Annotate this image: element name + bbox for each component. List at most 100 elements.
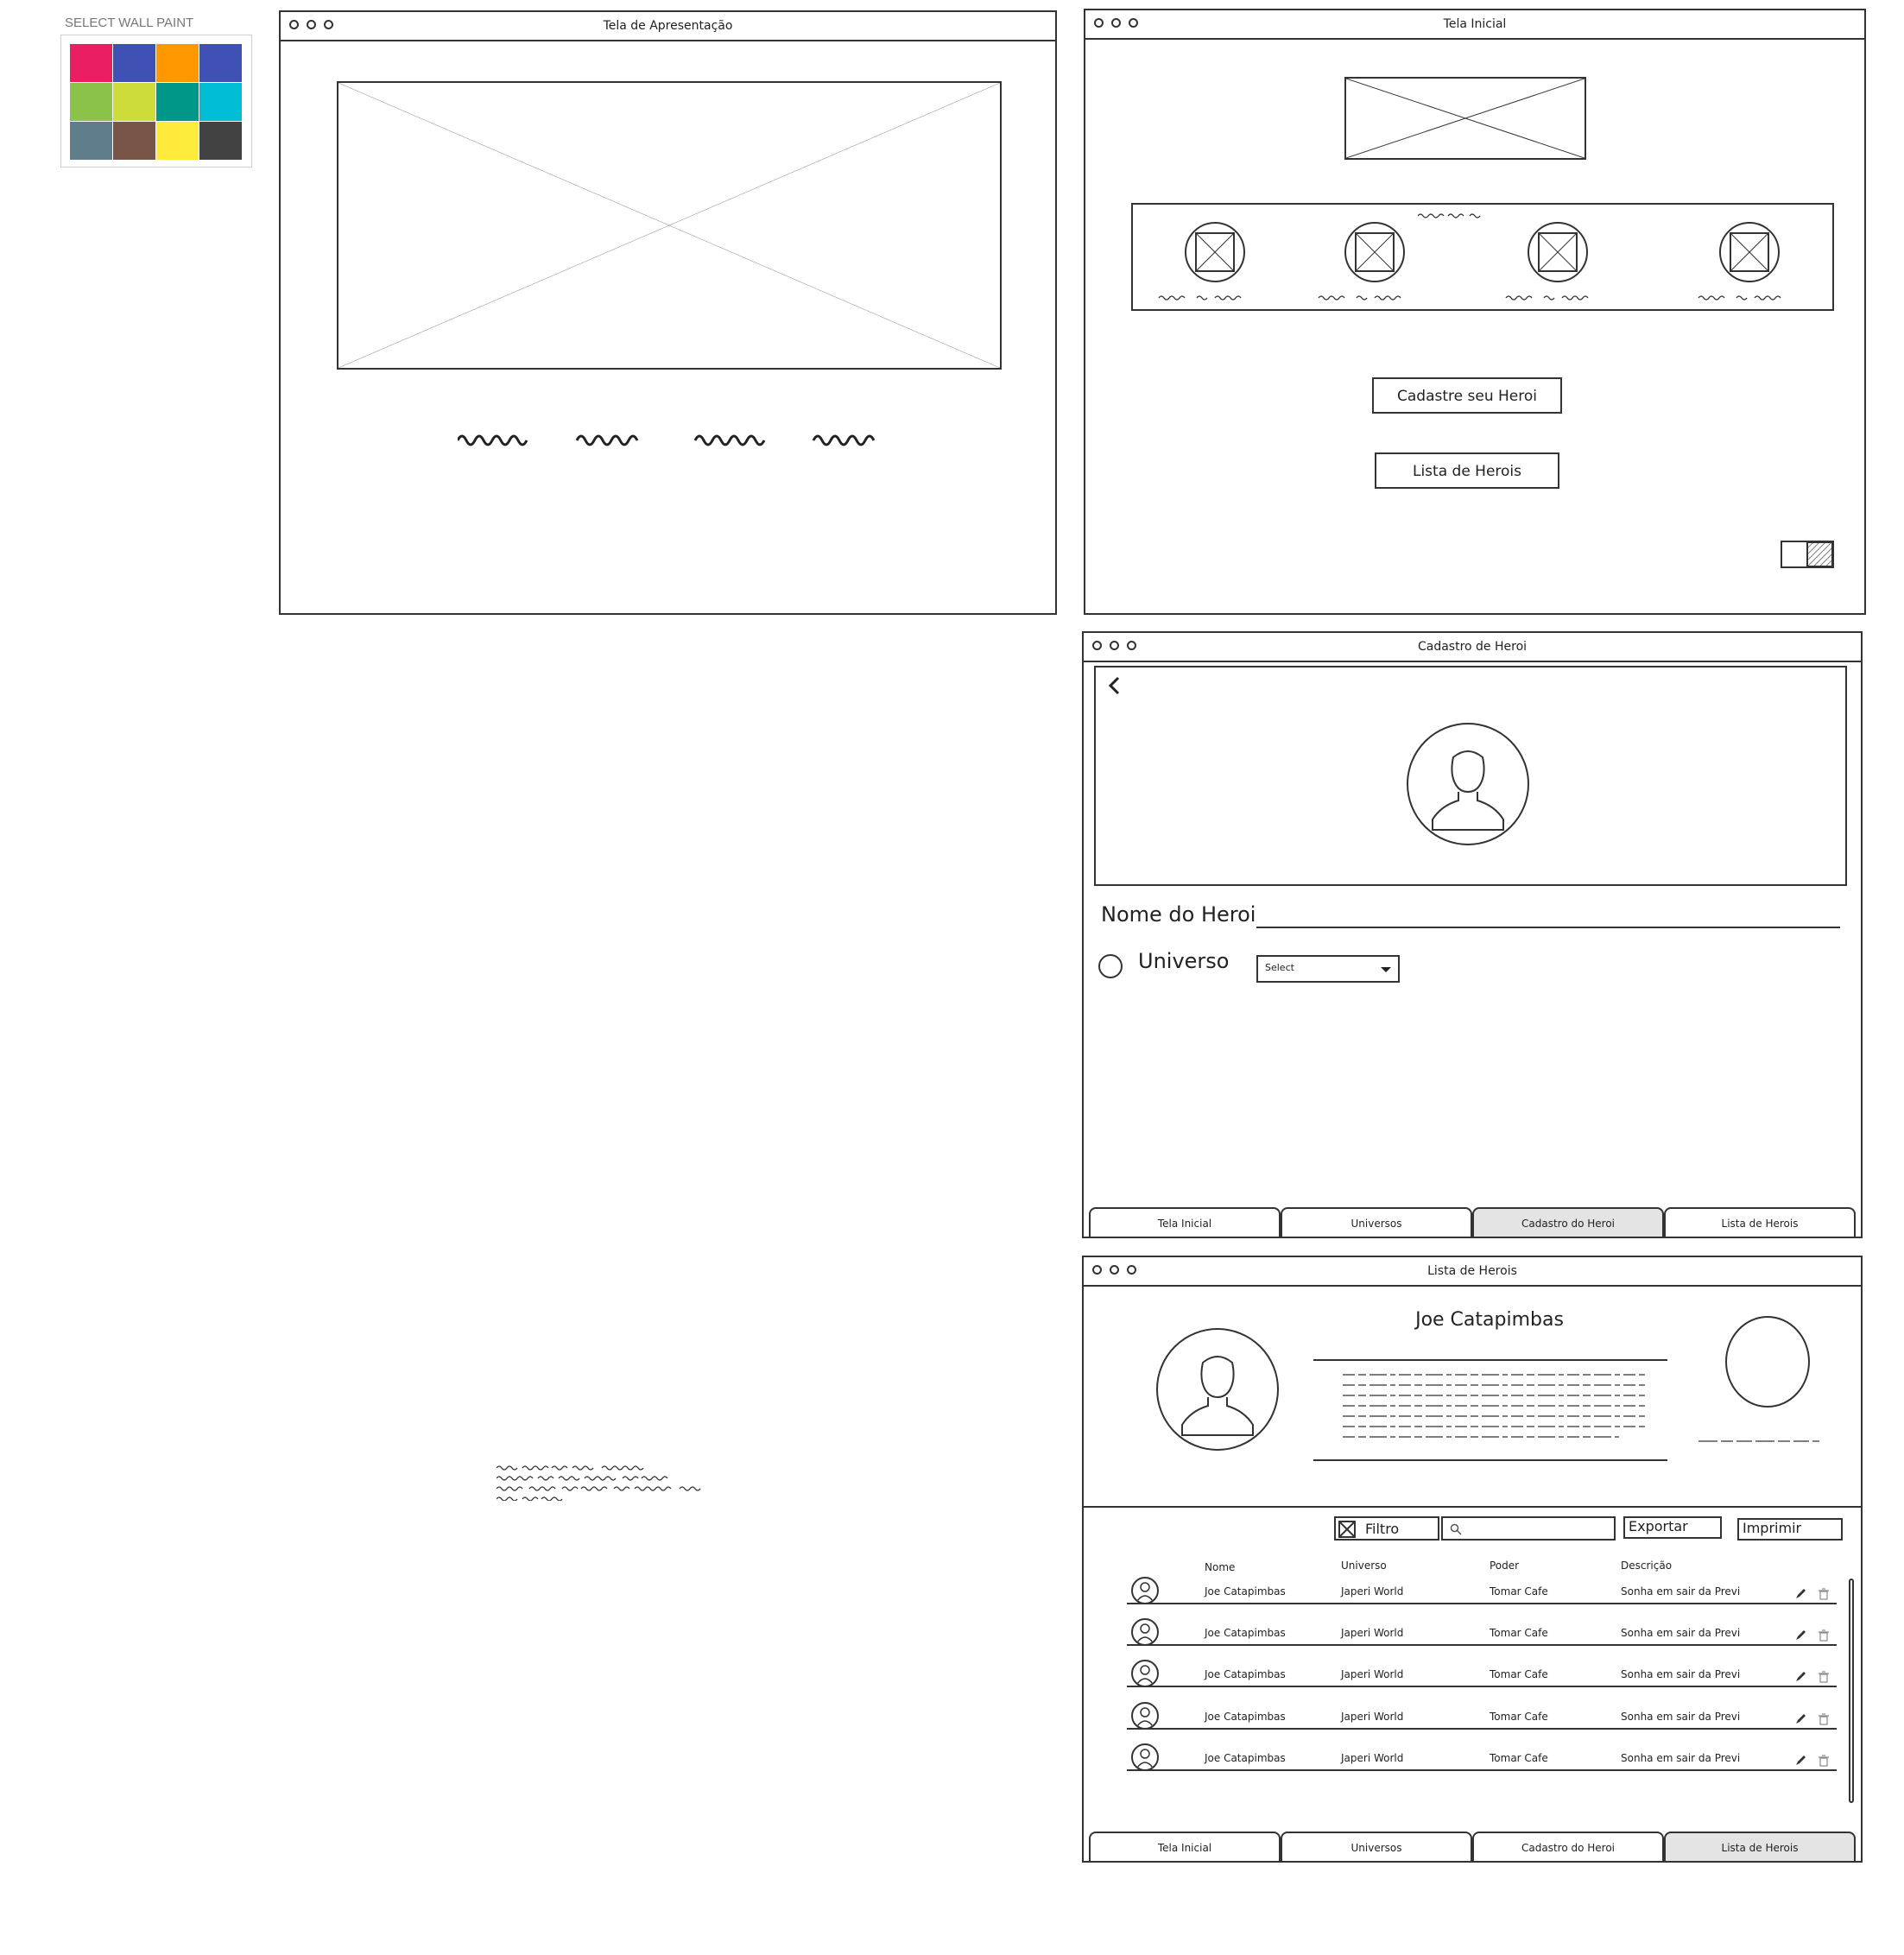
cell-nome: Joe Catapimbas <box>1205 1627 1286 1639</box>
delete-trash-icon[interactable] <box>1818 1754 1830 1770</box>
tab-tela-inicial[interactable]: Tela Inicial <box>1089 1832 1281 1861</box>
row-avatar-icon <box>1131 1618 1159 1646</box>
column-header-universo[interactable]: Universo <box>1341 1560 1387 1572</box>
scrollbar[interactable] <box>1849 1579 1854 1803</box>
color-swatch[interactable] <box>70 44 112 82</box>
filtro-label: Filtro <box>1365 1521 1400 1537</box>
tab-universos[interactable]: Universos <box>1281 1832 1472 1861</box>
lista-herois-button[interactable]: Lista de Herois <box>1375 452 1559 489</box>
logo-placeholder <box>1344 77 1586 160</box>
avatar-icon[interactable] <box>1405 721 1531 847</box>
column-header-descricao[interactable]: Descrição <box>1621 1560 1672 1572</box>
color-swatch[interactable] <box>113 83 155 121</box>
imprimir-button[interactable]: Imprimir <box>1737 1518 1843 1541</box>
color-swatch[interactable] <box>199 122 242 160</box>
color-swatch[interactable] <box>113 122 155 160</box>
tab-cadastro-heroi[interactable]: Cadastro do Heroi <box>1472 1832 1664 1861</box>
row-avatar-icon <box>1131 1743 1159 1771</box>
nome-heroi-label: Nome do Heroi <box>1101 902 1256 927</box>
nome-heroi-field[interactable] <box>1256 927 1840 928</box>
color-swatch[interactable] <box>199 44 242 82</box>
cell-poder: Tomar Cafe <box>1490 1668 1548 1680</box>
color-swatch[interactable] <box>70 122 112 160</box>
edit-pencil-icon[interactable] <box>1794 1754 1806 1770</box>
row-divider <box>1127 1644 1837 1646</box>
titlebar: Tela de Apresentação <box>281 12 1055 41</box>
delete-trash-icon[interactable] <box>1818 1670 1830 1686</box>
window-title: Tela de Apresentação <box>603 19 733 33</box>
search-input[interactable] <box>1441 1516 1616 1541</box>
window-tela-inicial: Tela Inicial Cadastre seu Heroi Lista de… <box>1084 9 1866 615</box>
cell-nome: Joe Catapimbas <box>1205 1752 1286 1764</box>
color-swatch[interactable] <box>113 44 155 82</box>
window-lista-herois: Lista de Herois Joe Catapimbas Filtro Ex… <box>1082 1256 1863 1863</box>
delete-trash-icon[interactable] <box>1818 1712 1830 1729</box>
cell-descricao: Sonha em sair da Previ <box>1621 1668 1741 1680</box>
cell-nome: Joe Catapimbas <box>1205 1668 1286 1680</box>
cell-nome: Joe Catapimbas <box>1205 1711 1286 1723</box>
back-chevron-icon[interactable] <box>1106 674 1123 697</box>
squiggle-text-placeholder <box>458 434 876 446</box>
scribble-text-placeholder <box>497 1465 701 1501</box>
cell-descricao: Sonha em sair da Previ <box>1621 1585 1741 1598</box>
cell-poder: Tomar Cafe <box>1490 1627 1548 1639</box>
row-divider <box>1127 1769 1837 1771</box>
universo-radio[interactable] <box>1098 954 1123 978</box>
window-cadastro-heroi: Cadastro de Heroi Nome do Heroi Universo… <box>1082 631 1863 1238</box>
carousel-items <box>1158 222 1781 301</box>
row-divider <box>1127 1603 1837 1604</box>
universo-label: Universo <box>1138 949 1230 973</box>
bottom-tabs: Tela Inicial Universos Cadastro do Heroi… <box>1089 1832 1857 1861</box>
exportar-button[interactable]: Exportar <box>1623 1516 1722 1539</box>
caption-text-placeholder <box>1698 1440 1819 1442</box>
cell-descricao: Sonha em sair da Previ <box>1621 1752 1741 1764</box>
cell-descricao: Sonha em sair da Previ <box>1621 1711 1741 1723</box>
row-divider <box>1127 1728 1837 1730</box>
description-text-placeholder <box>1343 1374 1645 1438</box>
universo-select[interactable]: Select <box>1256 955 1400 983</box>
palette-title: SELECT WALL PAINT <box>65 16 194 30</box>
delete-trash-icon[interactable] <box>1818 1587 1830 1604</box>
tab-universos[interactable]: Universos <box>1281 1207 1472 1237</box>
column-header-poder[interactable]: Poder <box>1490 1560 1519 1572</box>
color-swatch[interactable] <box>199 83 242 121</box>
tab-lista-herois[interactable]: Lista de Herois <box>1664 1832 1856 1861</box>
cell-universo: Japeri World <box>1341 1585 1404 1598</box>
filtro-button[interactable]: Filtro <box>1334 1516 1439 1541</box>
color-swatch[interactable] <box>156 44 199 82</box>
row-avatar-icon <box>1131 1660 1159 1687</box>
cell-universo: Japeri World <box>1341 1711 1404 1723</box>
color-swatch[interactable] <box>70 83 112 121</box>
hero-header-panel: Joe Catapimbas <box>1084 1287 1861 1508</box>
edit-pencil-icon[interactable] <box>1794 1587 1806 1604</box>
edit-pencil-icon[interactable] <box>1794 1712 1806 1729</box>
tab-lista-herois[interactable]: Lista de Herois <box>1664 1207 1856 1237</box>
hero-carousel[interactable] <box>1131 203 1834 311</box>
titlebar: Cadastro de Heroi <box>1084 633 1861 662</box>
row-avatar-icon <box>1131 1577 1159 1604</box>
cadastre-heroi-button[interactable]: Cadastre seu Heroi <box>1372 377 1562 414</box>
color-swatch[interactable] <box>156 122 199 160</box>
search-icon <box>1450 1523 1462 1535</box>
hero-name: Joe Catapimbas <box>1415 1309 1564 1331</box>
row-avatar-icon <box>1131 1702 1159 1730</box>
cell-poder: Tomar Cafe <box>1490 1752 1548 1764</box>
cell-poder: Tomar Cafe <box>1490 1585 1548 1598</box>
header-panel <box>1094 666 1847 886</box>
cell-universo: Japeri World <box>1341 1752 1404 1764</box>
color-swatch[interactable] <box>156 83 199 121</box>
delete-trash-icon[interactable] <box>1818 1629 1830 1645</box>
column-header-nome[interactable]: Nome <box>1205 1561 1235 1573</box>
secondary-avatar[interactable] <box>1725 1316 1810 1408</box>
tab-tela-inicial[interactable]: Tela Inicial <box>1089 1207 1281 1237</box>
titlebar: Lista de Herois <box>1084 1257 1861 1287</box>
titlebar: Tela Inicial <box>1085 10 1864 40</box>
window-title: Lista de Herois <box>1427 1264 1517 1278</box>
edit-pencil-icon[interactable] <box>1794 1629 1806 1645</box>
edit-pencil-icon[interactable] <box>1794 1670 1806 1686</box>
row-divider <box>1127 1686 1837 1687</box>
color-palette <box>60 35 252 168</box>
theme-toggle[interactable] <box>1781 541 1834 568</box>
tab-cadastro-heroi[interactable]: Cadastro do Heroi <box>1472 1207 1664 1237</box>
bottom-tabs: Tela Inicial Universos Cadastro do Heroi… <box>1089 1207 1857 1237</box>
